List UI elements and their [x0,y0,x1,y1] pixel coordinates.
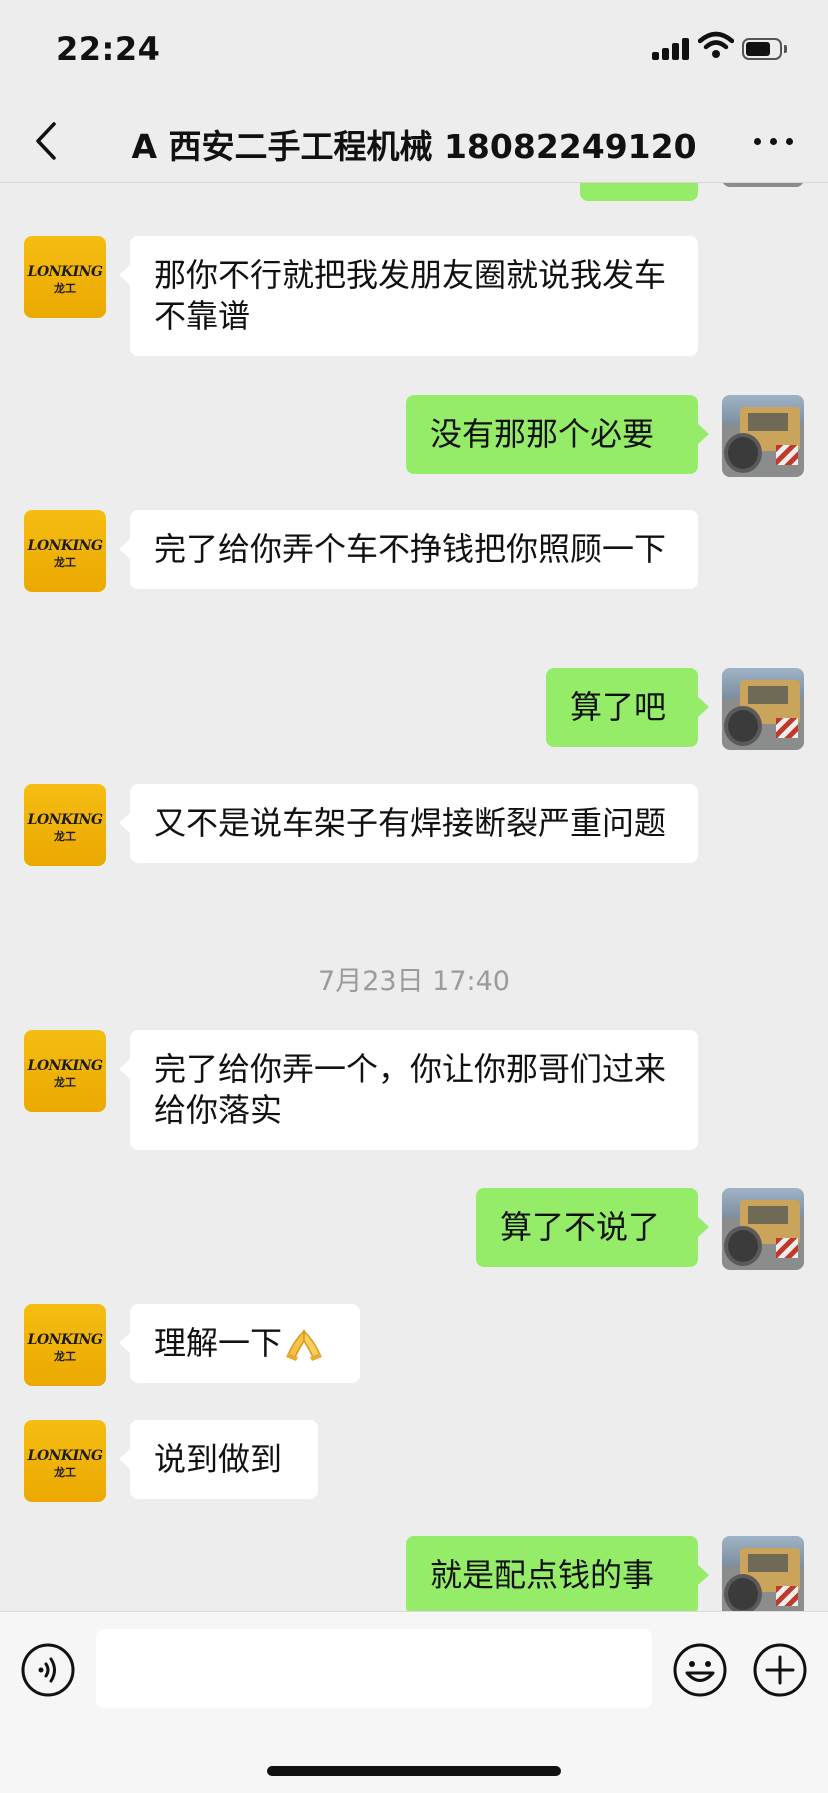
cellular-signal-icon [652,36,692,60]
message-bubble[interactable]: 算了吧 [546,668,709,747]
message-list[interactable]: LONKING 龙工 那你不行就把我发朋友圈就说我发车不靠谱 没有那那个必要 LO… [0,183,828,1611]
folded-hands-emoji-icon [284,1327,324,1363]
contact-avatar[interactable]: LONKING 龙工 [24,1304,106,1386]
message-bubble[interactable]: 就是配点钱的事 [406,1536,709,1611]
input-bar [0,1611,828,1793]
message-row: 没有那那个必要 [0,395,828,477]
message-bubble[interactable]: 又不是说车架子有焊接断裂严重问题 [119,784,698,863]
battery-icon [742,38,788,62]
message-bubble-partial[interactable] [580,183,698,201]
self-avatar[interactable] [722,183,804,187]
contact-avatar[interactable]: LONKING 龙工 [24,236,106,318]
message-row: LONKING 龙工 又不是说车架子有焊接断裂严重问题 [0,784,828,908]
contact-avatar[interactable]: LONKING 龙工 [24,1420,106,1502]
message-bubble[interactable]: 说到做到 [119,1420,318,1499]
emoji-icon[interactable] [672,1642,728,1698]
more-options-icon[interactable] [746,120,800,160]
message-row: 就是配点钱的事 [0,1536,828,1611]
chat-timestamp: 7月23日 17:40 [318,966,510,997]
message-text: 理解一下 [154,1324,283,1362]
contact-avatar[interactable]: LONKING 龙工 [24,510,106,592]
message-input[interactable] [96,1629,652,1708]
message-bubble[interactable]: 算了不说了 [476,1188,709,1267]
message-bubble[interactable]: 没有那那个必要 [406,395,709,474]
self-avatar[interactable] [722,1188,804,1270]
wifi-icon [698,31,734,58]
message-bubble[interactable]: 完了给你弄个车不挣钱把你照顾一下 [119,510,698,589]
status-bar: 22:24 [0,0,828,100]
message-bubble[interactable]: 理解一下 [119,1304,360,1383]
message-bubble[interactable]: 那你不行就把我发朋友圈就说我发车不靠谱 [119,236,698,356]
self-avatar[interactable] [722,395,804,477]
chat-title: A 西安二手工程机械 18082249120 [131,127,697,166]
back-chevron-icon[interactable] [22,116,72,166]
status-time: 22:24 [56,30,161,68]
message-bubble[interactable]: 完了给你弄一个，你让你那哥们过来给你落实 [119,1030,698,1150]
message-row-partial [0,183,828,203]
self-avatar[interactable] [722,668,804,750]
message-row: LONKING 龙工 那你不行就把我发朋友圈就说我发车不靠谱 [0,236,828,360]
message-row: LONKING 龙工 理解一下 [0,1304,828,1386]
home-indicator[interactable] [267,1766,561,1776]
message-row: LONKING 龙工 说到做到 [0,1420,828,1502]
contact-avatar[interactable]: LONKING 龙工 [24,784,106,866]
message-row: 算了吧 [0,668,828,750]
message-row: LONKING 龙工 完了给你弄一个，你让你那哥们过来给你落实 [0,1030,828,1154]
more-actions-plus-icon[interactable] [752,1642,808,1698]
chat-header: A 西安二手工程机械 18082249120 [0,100,828,183]
message-row: 算了不说了 [0,1188,828,1270]
contact-avatar[interactable]: LONKING 龙工 [24,1030,106,1112]
message-row: LONKING 龙工 完了给你弄个车不挣钱把你照顾一下 [0,510,828,634]
self-avatar[interactable] [722,1536,804,1611]
voice-input-icon[interactable] [20,1642,76,1698]
